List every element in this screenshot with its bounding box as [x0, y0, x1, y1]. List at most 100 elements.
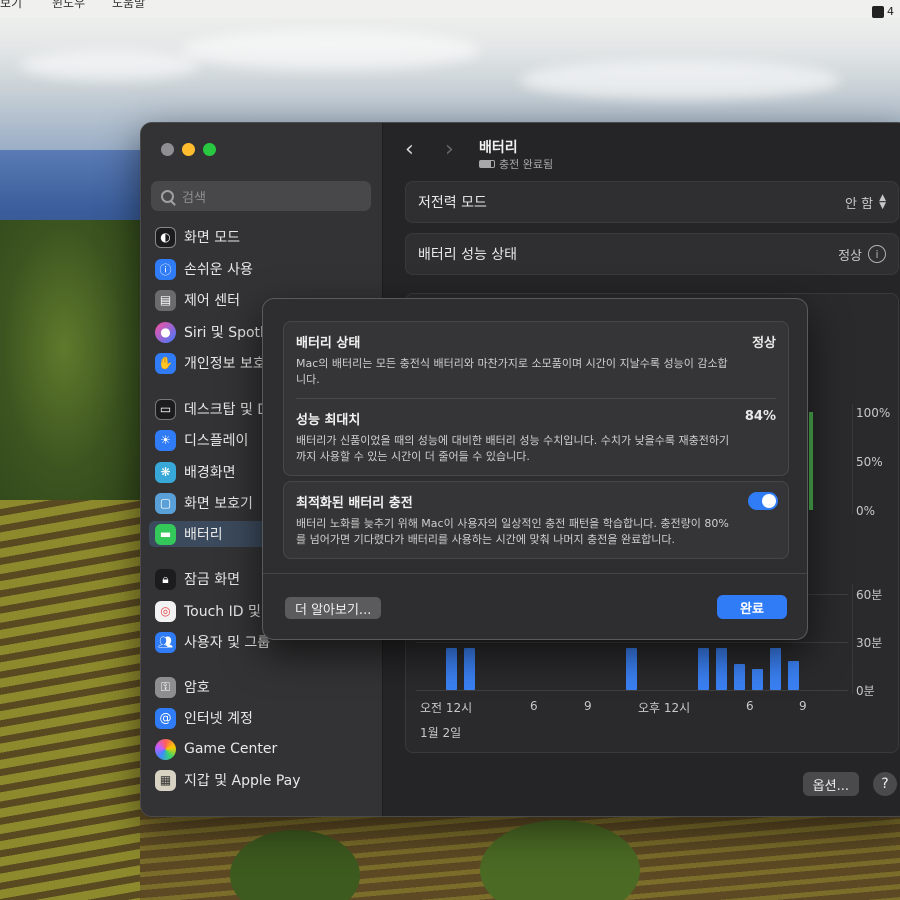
- level-tick-100: 100%: [856, 406, 891, 420]
- battery-level-line: [809, 412, 813, 510]
- accessibility-icon: ⓘ: [155, 258, 176, 280]
- search-placeholder: 검색: [182, 190, 206, 206]
- vineyard: [0, 500, 160, 900]
- usage-bar[interactable]: [446, 648, 457, 690]
- control-center-icon: ▤: [155, 289, 176, 311]
- sidebar-item-label: 암호: [184, 680, 210, 696]
- battery-health-sheet: 배터리 상태 정상 Mac의 배터리는 모든 충전식 배터리와 마찬가지로 소모…: [262, 298, 808, 640]
- usage-bar[interactable]: [770, 648, 781, 690]
- wallet-icon: ▦: [155, 769, 176, 791]
- battery-health-label: 배터리 성능 상태: [418, 247, 518, 263]
- battery-condition-desc: Mac의 배터리는 모든 충전식 배터리와 마찬가지로 소모품이며 시간이 지날…: [296, 357, 728, 386]
- fingerprint-icon: ◎: [155, 600, 176, 622]
- search-icon: [161, 189, 174, 203]
- usage-bar[interactable]: [698, 648, 709, 690]
- window-controls: [161, 143, 216, 156]
- sidebar-item-wallet[interactable]: ▦ 지갑 및 Apple Pay: [155, 767, 375, 793]
- low-power-value: 안 함: [845, 196, 874, 212]
- status-app-icon[interactable]: [872, 5, 884, 18]
- usage-bar[interactable]: [716, 648, 727, 690]
- sidebar-item-label: 화면 모드: [184, 230, 240, 246]
- sidebar-item-label: 배경화면: [184, 465, 236, 481]
- minimize-button[interactable]: [182, 143, 195, 156]
- menu-item-window[interactable]: 윈도우: [52, 0, 85, 11]
- wallpaper-icon: ❋: [155, 461, 176, 483]
- status-number: 4: [887, 5, 894, 18]
- gridline: [852, 584, 853, 694]
- sidebar-item-passwords[interactable]: ⚿ 암호: [155, 674, 375, 700]
- battery-condition-section: 배터리 상태 정상 Mac의 배터리는 모든 충전식 배터리와 마찬가지로 소모…: [284, 322, 788, 398]
- page-title: 배터리: [479, 140, 518, 156]
- info-icon[interactable]: i: [868, 245, 886, 263]
- back-chevron-icon[interactable]: ‹: [405, 137, 414, 162]
- help-button[interactable]: ?: [873, 772, 897, 796]
- menu-item-help[interactable]: 도움말: [112, 0, 145, 11]
- done-button[interactable]: 완료: [717, 595, 787, 619]
- maximum-capacity-section: 성능 최대치 84% 배터리가 신품이었을 때의 성능에 대비한 배터리 성능 …: [284, 399, 788, 475]
- optimized-charging-card: 최적화된 배터리 충전 배터리 노화를 늦추기 위해 Mac이 사용자의 일상적…: [283, 481, 789, 559]
- sidebar-item-label: 인터넷 계정: [184, 711, 253, 727]
- at-icon: @: [155, 707, 176, 729]
- level-tick-0: 0%: [856, 504, 876, 518]
- usage-tick-0: 0분: [856, 684, 875, 698]
- options-button[interactable]: 옵션...: [802, 772, 859, 796]
- optimized-charging-desc: 배터리 노화를 늦추기 위해 Mac이 사용자의 일상적인 충전 패턴을 학습합…: [296, 517, 729, 546]
- x-tick-6am: 6: [530, 699, 538, 713]
- x-tick-6pm: 6: [746, 699, 754, 713]
- sidebar-item-label: 디스플레이: [184, 433, 249, 449]
- sidebar-item-label: Touch ID 및: [184, 604, 261, 620]
- maximum-capacity-title: 성능 최대치: [296, 413, 361, 428]
- optimized-charging-toggle[interactable]: [748, 492, 778, 510]
- users-icon: 👥︎: [155, 631, 176, 653]
- sidebar-item-game-center[interactable]: Game Center: [155, 736, 375, 762]
- sidebar-item-label: 사용자 및 그룹: [184, 635, 271, 651]
- sidebar-item-label: 개인정보 보호: [184, 356, 266, 372]
- sidebar-item-appearance[interactable]: ◐ 화면 모드: [155, 224, 375, 250]
- close-button[interactable]: [161, 143, 174, 156]
- low-power-popup[interactable]: 안 함 ▲ ▼: [845, 193, 886, 212]
- sidebar-item-label: 지갑 및 Apple Pay: [184, 773, 301, 789]
- battery-condition-title: 배터리 상태: [296, 336, 361, 351]
- low-power-label: 저전력 모드: [418, 195, 487, 211]
- usage-tick-30: 30분: [856, 636, 883, 650]
- usage-bar[interactable]: [626, 648, 637, 690]
- search-field[interactable]: 검색: [151, 181, 371, 211]
- status-area: 4: [872, 5, 894, 18]
- sidebar-item-internet-accounts[interactable]: @ 인터넷 계정: [155, 705, 375, 731]
- low-power-mode-row[interactable]: 저전력 모드 안 함 ▲ ▼: [405, 181, 899, 223]
- zoom-button[interactable]: [203, 143, 216, 156]
- sidebar-item-accessibility[interactable]: ⓘ 손쉬운 사용: [155, 256, 375, 282]
- charge-status-text: 충전 완료됨: [499, 158, 554, 171]
- date-label: 1월 2일: [420, 726, 462, 740]
- battery-icon: ▬: [155, 523, 176, 545]
- learn-more-button[interactable]: 더 알아보기...: [285, 597, 382, 619]
- usage-bar[interactable]: [752, 669, 763, 690]
- usage-bar[interactable]: [464, 648, 475, 690]
- key-icon: ⚿: [155, 676, 176, 698]
- appearance-icon: ◐: [155, 226, 176, 248]
- optimized-charging-title: 최적화된 배터리 충전: [296, 496, 413, 511]
- sidebar-item-label: 제어 센터: [184, 293, 240, 309]
- sidebar-item-label: 화면 보호기: [184, 496, 253, 512]
- lock-icon: 🔒︎: [155, 568, 176, 590]
- menu-item-view[interactable]: 보기: [0, 0, 22, 11]
- page-subtitle: 충전 완료됨: [479, 156, 553, 172]
- usage-bar[interactable]: [734, 664, 745, 690]
- gridline: [416, 690, 848, 691]
- siri-icon: ●: [155, 321, 176, 343]
- x-tick-9am: 9: [584, 699, 592, 713]
- optimized-charging-section: 최적화된 배터리 충전 배터리 노화를 늦추기 위해 Mac이 사용자의 일상적…: [284, 482, 788, 558]
- x-tick-12am: 오전 12시: [420, 701, 473, 715]
- level-tick-50: 50%: [856, 455, 883, 469]
- cloud: [180, 30, 480, 70]
- cloud: [520, 60, 840, 100]
- usage-bar[interactable]: [788, 661, 799, 690]
- forward-chevron-icon[interactable]: ›: [445, 137, 454, 162]
- privacy-hand-icon: ✋: [155, 352, 176, 374]
- divider: [263, 573, 807, 574]
- battery-health-status: 정상 i: [838, 245, 886, 264]
- updown-chevron-icon: ▲ ▼: [879, 193, 886, 211]
- sidebar-item-label: Game Center: [184, 741, 278, 757]
- game-center-icon: [155, 738, 176, 760]
- menu-bar: 보기 윈도우 도움말 4: [0, 0, 900, 18]
